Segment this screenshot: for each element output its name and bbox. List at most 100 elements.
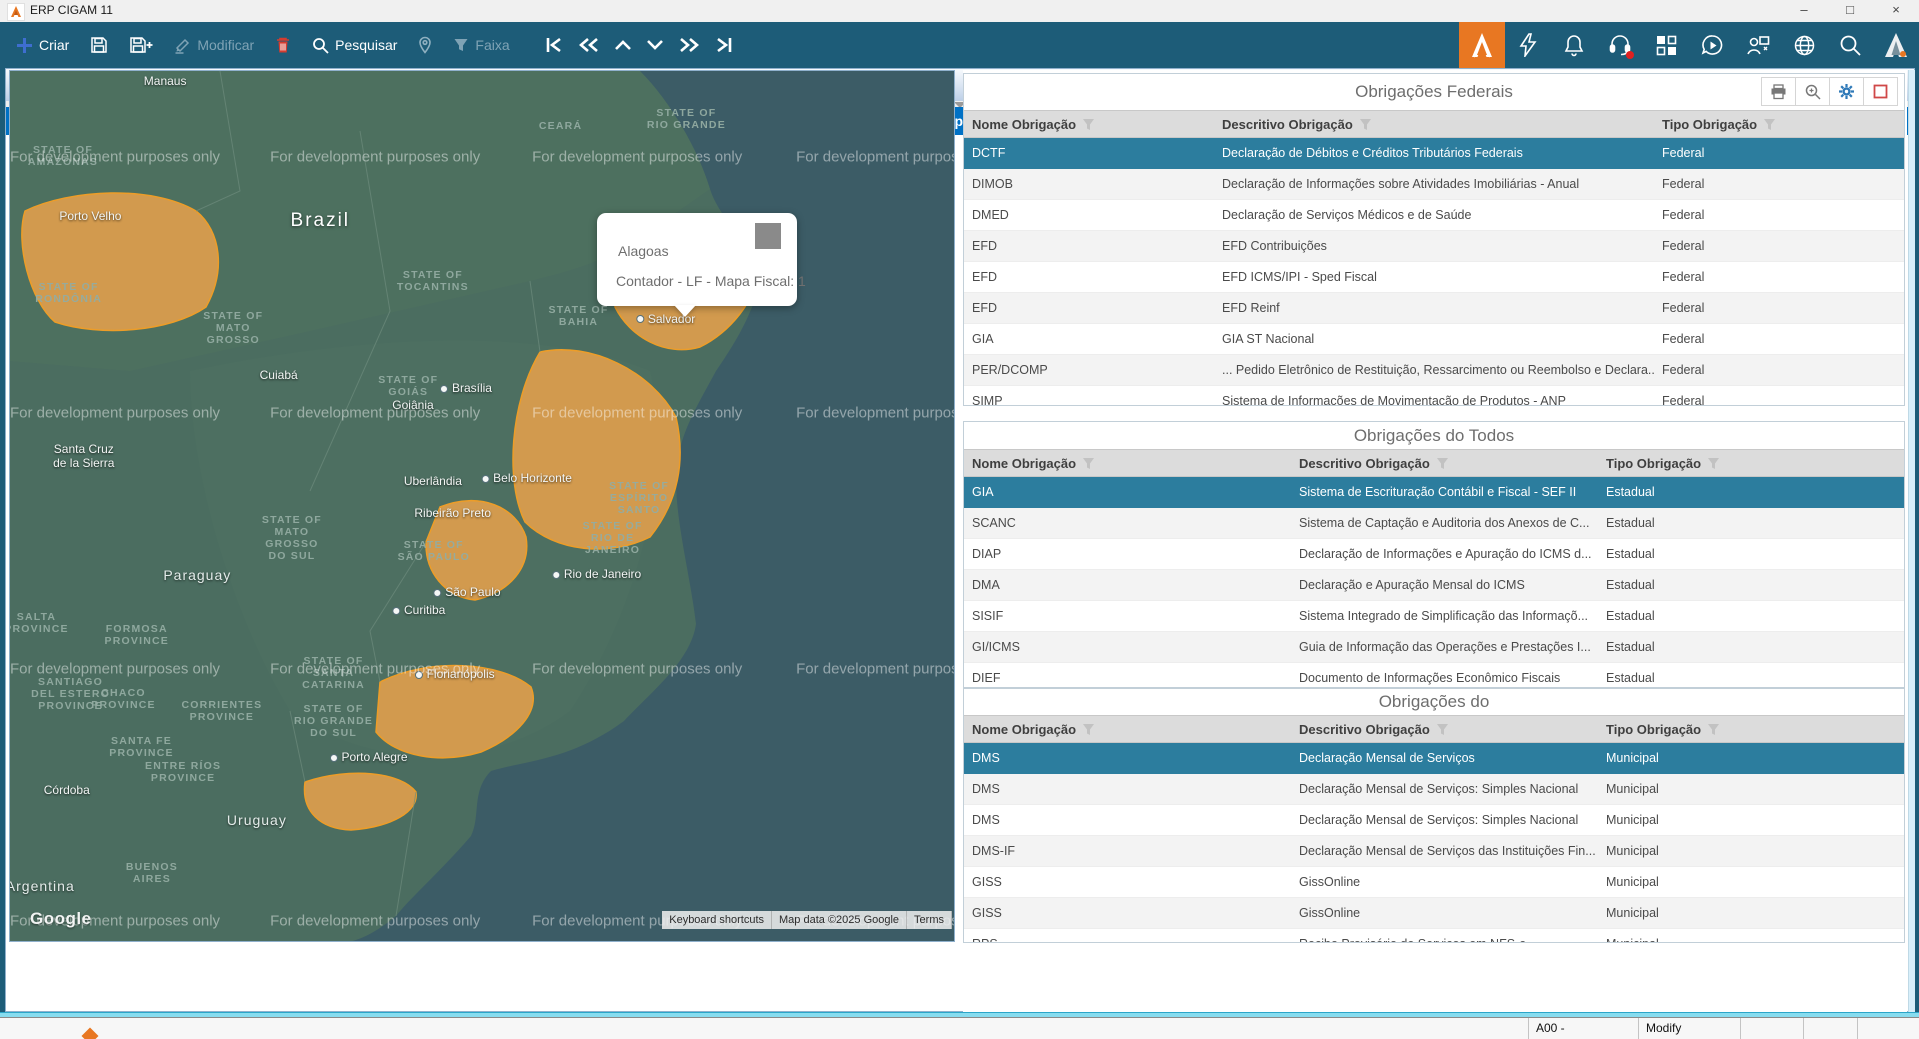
table-row[interactable]: EFD EFD Contribuições Federal <box>964 231 1904 262</box>
column-header[interactable]: Tipo Obrigação <box>1598 716 1904 742</box>
os-titlebar: ERP CIGAM 11 – □ × <box>0 0 1919 23</box>
table-obrigacoes-do: Obrigações do Nome Obrigação Descritivo … <box>963 688 1905 943</box>
table-cell: Declaração de Débitos e Créditos Tributá… <box>1222 146 1523 160</box>
zoom-icon[interactable] <box>1796 78 1830 105</box>
table-cell: Estadual <box>1606 485 1655 499</box>
column-header[interactable]: Tipo Obrigação <box>1598 450 1904 476</box>
table-row[interactable]: DIAP Declaração de Informações e Apuração… <box>964 539 1904 570</box>
global-search-icon[interactable] <box>1827 22 1873 68</box>
table-cell: DMS <box>972 751 1000 765</box>
pesquisar-button[interactable]: Pesquisar <box>306 33 403 58</box>
table-cell: GissOnline <box>1299 875 1361 889</box>
table-cell: EFD <box>972 270 997 284</box>
map-watermark: For development purposes only <box>9 404 221 422</box>
table-row[interactable]: DIEF Documento de Informações Econômico F… <box>964 663 1904 687</box>
table-row[interactable]: DCTF Declaração de Débitos e Créditos Tri… <box>964 138 1904 169</box>
table-row[interactable]: GIA GIA ST Nacional Federal <box>964 324 1904 355</box>
fiscal-map[interactable]: Manaus STATE OF AMAZONAS Porto Velho Brazil… <box>9 70 955 942</box>
cigam-home-button[interactable] <box>1459 22 1505 68</box>
table-row[interactable]: DMA Declaração e Apuração Mensal do ICMS E… <box>964 570 1904 601</box>
table-row[interactable]: SIMP Sistema de Informações de Movimentaç… <box>964 386 1904 405</box>
status-bar: A00 - SUPERVISOR Modify <box>0 1017 1919 1039</box>
map-watermark: For development purposes only <box>270 912 481 930</box>
cigam-app-icon <box>7 3 25 21</box>
web-globe-icon[interactable] <box>1781 22 1827 68</box>
table-row[interactable]: DMED Declaração de Serviços Médicos e de … <box>964 200 1904 231</box>
table-row[interactable]: DMS Declaração Mensal de Serviços: Simple… <box>964 774 1904 805</box>
map-watermark: For development purposes only <box>796 404 954 422</box>
close-button[interactable]: × <box>1873 0 1919 22</box>
table-cell: Estadual <box>1606 516 1655 530</box>
table-row[interactable]: DMS Declaração Mensal de Serviços Municipa… <box>964 743 1904 774</box>
maximize-button[interactable]: □ <box>1827 0 1873 22</box>
table-cell: SCANC <box>972 516 1016 530</box>
column-header[interactable]: Nome Obrigação <box>964 450 1291 476</box>
cigam-logo-icon[interactable] <box>1873 22 1919 68</box>
table-row[interactable]: GISS GissOnline Municipal <box>964 898 1904 929</box>
table-cell: Declaração Mensal de Serviços das Instit… <box>1299 844 1596 858</box>
table-cell: Recibo Provisório de Serviços em NFS-e <box>1291 937 1598 942</box>
location-pin-button[interactable] <box>412 32 438 59</box>
minimize-button[interactable]: – <box>1781 0 1827 22</box>
remote-access-icon[interactable] <box>1735 22 1781 68</box>
support-alert-badge <box>1626 51 1634 59</box>
table-cell: DIMOB <box>972 177 1013 191</box>
save-button[interactable] <box>84 32 114 58</box>
column-header[interactable]: Nome Obrigação <box>964 716 1291 742</box>
map-watermark: For development purposes only <box>532 660 743 678</box>
nav-last-button[interactable] <box>709 34 739 56</box>
delete-button[interactable] <box>269 32 297 58</box>
terms-link[interactable]: Terms <box>907 911 952 929</box>
nav-next-page-button[interactable] <box>673 34 705 56</box>
table-obrigacoes-do-todos: Obrigações do Todos Nome Obrigação Descr… <box>963 421 1905 688</box>
table-cell: Documento de Informações Econômico Fisca… <box>1299 671 1561 685</box>
modificar-button[interactable]: Modificar <box>168 33 260 58</box>
table-cell: DIEF <box>972 671 1001 685</box>
nav-first-button[interactable] <box>539 34 569 56</box>
column-header[interactable]: Descritivo Obrigação <box>1214 111 1654 137</box>
faixa-button[interactable]: Faixa <box>447 33 515 57</box>
search-icon <box>312 37 329 54</box>
table-row[interactable]: SISIF Sistema Integrado de Simplificação … <box>964 601 1904 632</box>
nav-down-button[interactable] <box>641 35 669 55</box>
table-toolbar <box>1761 77 1898 106</box>
table-row[interactable]: EFD EFD Reinf Federal <box>964 293 1904 324</box>
location-pin-icon <box>418 36 432 55</box>
nav-up-button[interactable] <box>609 35 637 55</box>
map-watermark: For development purposes only <box>796 148 954 166</box>
map-data-label: Map data ©2025 Google <box>772 911 908 929</box>
map-watermark: For development purposes only <box>796 660 954 678</box>
apps-grid-icon[interactable] <box>1643 22 1689 68</box>
table-row[interactable]: GISS GissOnline Municipal <box>964 867 1904 898</box>
column-header[interactable]: Nome Obrigação <box>964 111 1214 137</box>
table-row[interactable]: DMS Declaração Mensal de Serviços: Simple… <box>964 805 1904 836</box>
video-tutorials-icon[interactable] <box>1689 22 1735 68</box>
column-header[interactable]: Descritivo Obrigação <box>1291 450 1598 476</box>
table-row[interactable]: RPSRecibo Provisório de Serviços em NFS-… <box>964 929 1904 942</box>
table-cell: Estadual <box>1606 578 1655 592</box>
table-row[interactable]: GIA Sistema de Escrituração Contábil e Fi… <box>964 477 1904 508</box>
table-row[interactable]: GI/ICMS Guia de Informação das Operações … <box>964 632 1904 663</box>
table-row[interactable]: SCANC Sistema de Captação e Auditoria dos… <box>964 508 1904 539</box>
table-cell: EFD ICMS/IPI - Sped Fiscal <box>1222 270 1377 284</box>
support-headset-icon[interactable] <box>1597 22 1643 68</box>
panel-scrollbar[interactable] <box>1908 70 1915 1012</box>
column-header[interactable]: Tipo Obrigação <box>1654 111 1904 137</box>
print-icon[interactable] <box>1762 78 1796 105</box>
table-row[interactable]: DMS-IF Declaração Mensal de Serviços das … <box>964 836 1904 867</box>
map-tooltip: Alagoas Contador - LF - Mapa Fiscal: 1 <box>597 213 806 306</box>
nav-prev-page-button[interactable] <box>573 34 605 56</box>
keyboard-shortcuts-link[interactable]: Keyboard shortcuts <box>662 911 773 929</box>
table-cell: RPS <box>964 937 1291 942</box>
lightning-icon[interactable] <box>1505 22 1551 68</box>
table-row[interactable]: DIMOB Declaração de Informações sobre Ati… <box>964 169 1904 200</box>
settings-gear-icon[interactable] <box>1830 78 1864 105</box>
table-cell: DIAP <box>972 547 1002 561</box>
column-header[interactable]: Descritivo Obrigação <box>1291 716 1598 742</box>
table-row[interactable]: EFD EFD ICMS/IPI - Sped Fiscal Federal <box>964 262 1904 293</box>
criar-button[interactable]: Criar <box>10 33 75 58</box>
maximize-table-icon[interactable] <box>1864 78 1897 105</box>
notifications-bell-icon[interactable] <box>1551 22 1597 68</box>
save-plus-button[interactable] <box>123 32 159 58</box>
table-row[interactable]: PER/DCOMP ... Pedido Eletrônico de Restit… <box>964 355 1904 386</box>
